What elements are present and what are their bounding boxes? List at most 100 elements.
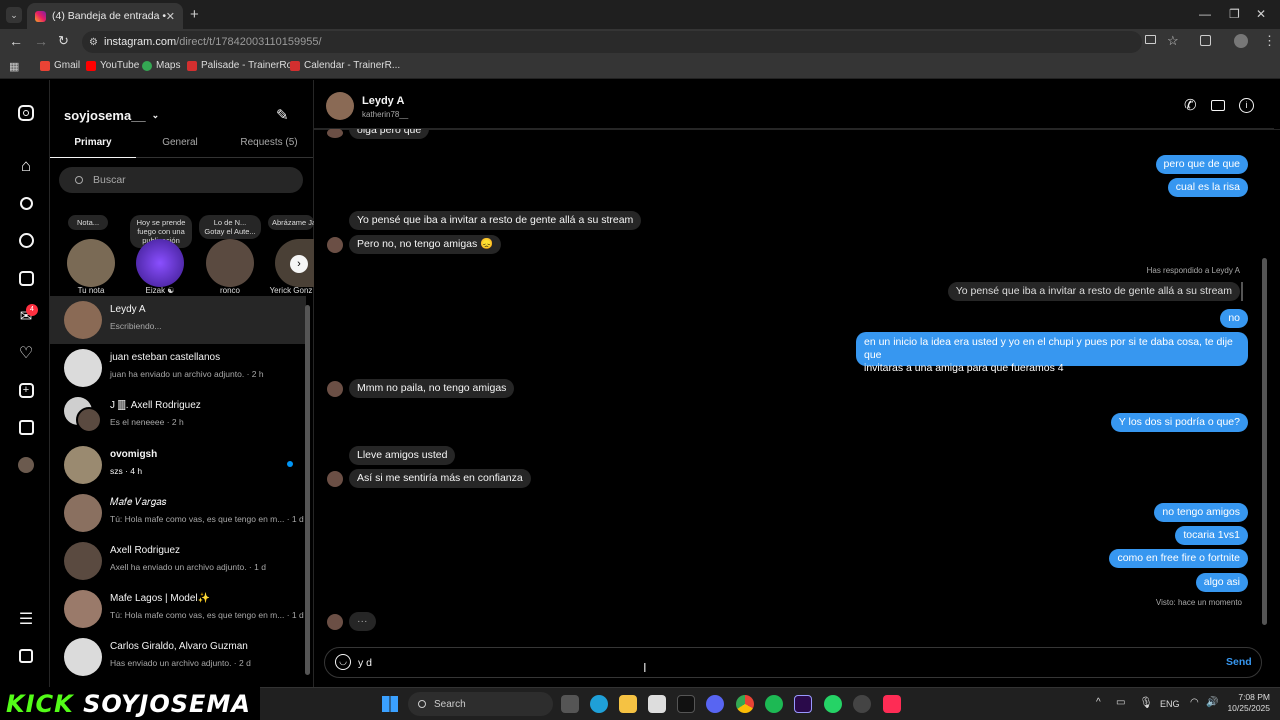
bookmark-youtube[interactable]: YouTube xyxy=(86,60,139,71)
thread-row[interactable]: 𝑀𝑎𝑓𝑒 𝑉𝑎𝑟𝑔𝑎𝑠 Tú: Hola mafe como vas, es qu… xyxy=(50,489,306,537)
stories-next-button[interactable]: › xyxy=(290,255,308,273)
bookmark-palisade[interactable]: Palisade - TrainerRo... xyxy=(187,60,301,71)
message-input[interactable]: y d xyxy=(358,657,372,669)
whatsapp-icon[interactable] xyxy=(824,695,842,713)
tab-primary[interactable]: Primary xyxy=(50,137,136,158)
tab-requests[interactable]: Requests (5) xyxy=(224,137,313,158)
thread-row[interactable]: Leydy A Escribiendo... xyxy=(50,296,306,344)
new-tab-button[interactable]: + xyxy=(190,6,199,23)
premiere-icon[interactable] xyxy=(794,695,812,713)
message-incoming[interactable]: Así si me sentiría más en confianza xyxy=(349,469,531,488)
thread-row[interactable]: J 🀫. Axell Rodriguez Es el neneeee · 2 h xyxy=(50,392,306,440)
video-icon[interactable] xyxy=(1211,100,1225,111)
maximize-button[interactable]: ❐ xyxy=(1229,7,1240,21)
tray-network-icon[interactable]: ▭ xyxy=(1116,697,1125,708)
tray-chevron-icon[interactable]: ^ xyxy=(1096,697,1101,708)
story-note[interactable]: Nota... xyxy=(68,215,108,230)
tab-search-button[interactable]: ⌄ xyxy=(6,7,22,23)
send-button[interactable]: Send xyxy=(1226,656,1252,668)
instagram-logo-icon[interactable] xyxy=(16,103,36,123)
bookmark-maps[interactable]: Maps xyxy=(142,60,180,71)
inbox-scrollbar[interactable] xyxy=(305,305,310,675)
message-incoming[interactable]: Lleve amigos usted xyxy=(349,446,456,465)
profile-avatar[interactable] xyxy=(16,455,36,475)
story-avatar[interactable] xyxy=(136,239,184,287)
notifications-heart-icon[interactable]: ♡ xyxy=(16,343,36,363)
message-outgoing[interactable]: como en free fire o fortnite xyxy=(1109,549,1248,568)
edge-icon[interactable] xyxy=(590,695,608,713)
chat-scrollbar[interactable] xyxy=(1262,258,1267,625)
message-outgoing[interactable]: tocaria 1vs1 xyxy=(1175,526,1248,545)
home-icon[interactable]: ⌂ xyxy=(16,156,36,176)
create-icon[interactable]: + xyxy=(16,380,36,400)
chrome-icon[interactable] xyxy=(736,695,754,713)
message-outgoing[interactable]: algo asi xyxy=(1195,573,1248,592)
message-outgoing[interactable]: cual es la risa xyxy=(1167,178,1248,197)
story-note[interactable]: Lo de N... Gotay el Aute... xyxy=(199,215,261,239)
thread-row[interactable]: juan esteban castellanos juan ha enviado … xyxy=(50,344,306,392)
extensions-icon[interactable] xyxy=(1200,35,1211,46)
search-icon[interactable] xyxy=(16,193,36,213)
clock[interactable]: 7:08 PM 10/25/2025 xyxy=(1222,692,1270,714)
message-outgoing[interactable]: pero que de que xyxy=(1155,155,1248,174)
message-incoming[interactable]: Yo pensé que iba a invitar a resto de ge… xyxy=(349,211,642,230)
message-outgoing[interactable]: Y los dos si podría o que? xyxy=(1110,413,1248,432)
reload-icon[interactable]: ↻ xyxy=(58,33,69,49)
thread-row[interactable]: Carlos Giraldo, Alvaro Guzman Has enviado… xyxy=(50,633,306,681)
task-view-icon[interactable] xyxy=(561,695,579,713)
tiktok-icon[interactable] xyxy=(677,695,695,713)
tiktok-live-icon[interactable] xyxy=(883,695,901,713)
bookmark-star-icon[interactable]: ☆ xyxy=(1167,33,1179,49)
back-icon[interactable]: ← xyxy=(9,33,23,49)
explore-icon[interactable] xyxy=(16,230,36,250)
apps-grid-icon[interactable]: ▦ xyxy=(9,60,19,73)
wifi-icon[interactable]: ◠ xyxy=(1190,697,1199,708)
browser-menu-icon[interactable]: ⋮ xyxy=(1263,33,1276,49)
taskbar-search[interactable]: Search xyxy=(408,692,553,716)
spotify-icon[interactable] xyxy=(765,695,783,713)
contact-name[interactable]: Leydy A xyxy=(362,95,404,107)
language-indicator[interactable]: ENG xyxy=(1160,699,1180,709)
threads-icon[interactable] xyxy=(16,646,36,666)
bookmark-calendar[interactable]: Calendar - TrainerR... xyxy=(290,60,400,71)
replied-quote[interactable]: Yo pensé que iba a invitar a resto de ge… xyxy=(947,282,1240,301)
thread-row[interactable]: Mafe Lagos | Model✨ Tú: Hola mafe como va… xyxy=(50,585,306,633)
new-message-icon[interactable]: ✎ xyxy=(276,106,289,124)
obs-icon[interactable] xyxy=(853,695,871,713)
browser-tab[interactable]: (4) Bandeja de entrada • Chats ✕ xyxy=(27,3,183,29)
story-avatar[interactable] xyxy=(206,239,254,287)
message-outgoing[interactable]: no xyxy=(1220,309,1248,328)
emoji-icon[interactable]: ◡ xyxy=(335,654,351,670)
more-menu-icon[interactable]: ☰ xyxy=(16,609,36,629)
install-app-icon[interactable] xyxy=(1145,35,1156,44)
phone-icon[interactable]: ✆ xyxy=(1184,96,1197,114)
file-explorer-icon[interactable] xyxy=(619,695,637,713)
tab-close-icon[interactable]: ✕ xyxy=(166,10,175,23)
message-composer[interactable] xyxy=(324,647,1262,678)
tab-general[interactable]: General xyxy=(136,137,224,158)
discord-icon[interactable] xyxy=(706,695,724,713)
message-incoming[interactable]: Mmm no paila, no tengo amigas xyxy=(349,379,515,398)
url-field[interactable]: ⚙ instagram.com/direct/t/178420031101599… xyxy=(82,31,1142,53)
bookmark-gmail[interactable]: Gmail xyxy=(40,60,80,71)
reels-icon[interactable] xyxy=(16,268,36,288)
forward-icon[interactable]: → xyxy=(34,33,48,49)
contact-avatar[interactable] xyxy=(326,92,354,120)
site-info-icon[interactable]: ⚙ xyxy=(89,37,98,48)
story-avatar[interactable] xyxy=(67,239,115,287)
profile-avatar-icon[interactable] xyxy=(1234,34,1248,48)
story-note[interactable]: Abrázame Jay Wheel... xyxy=(268,215,314,230)
info-icon[interactable]: i xyxy=(1239,98,1254,113)
search-input[interactable]: Buscar xyxy=(59,167,303,193)
message-outgoing[interactable]: en un inicio la idea era usted y yo en e… xyxy=(856,332,1248,374)
store-icon[interactable] xyxy=(648,695,666,713)
message-incoming[interactable]: Pero no, no tengo amigas 😞 xyxy=(349,235,502,254)
thread-row[interactable]: ovomigsh szs · 4 h xyxy=(50,441,306,489)
thread-row[interactable]: Axell Rodriguez Axell ha enviado un archi… xyxy=(50,537,306,585)
minimize-button[interactable]: — xyxy=(1199,7,1211,21)
message-outgoing[interactable]: no tengo amigos xyxy=(1154,503,1248,522)
account-switcher[interactable]: soyjosema__ ⌄ xyxy=(64,108,159,123)
volume-icon[interactable]: 🔊 xyxy=(1206,697,1218,708)
microphone-icon[interactable]: 🎙 xyxy=(1139,696,1153,709)
close-window-button[interactable]: ✕ xyxy=(1256,7,1266,21)
